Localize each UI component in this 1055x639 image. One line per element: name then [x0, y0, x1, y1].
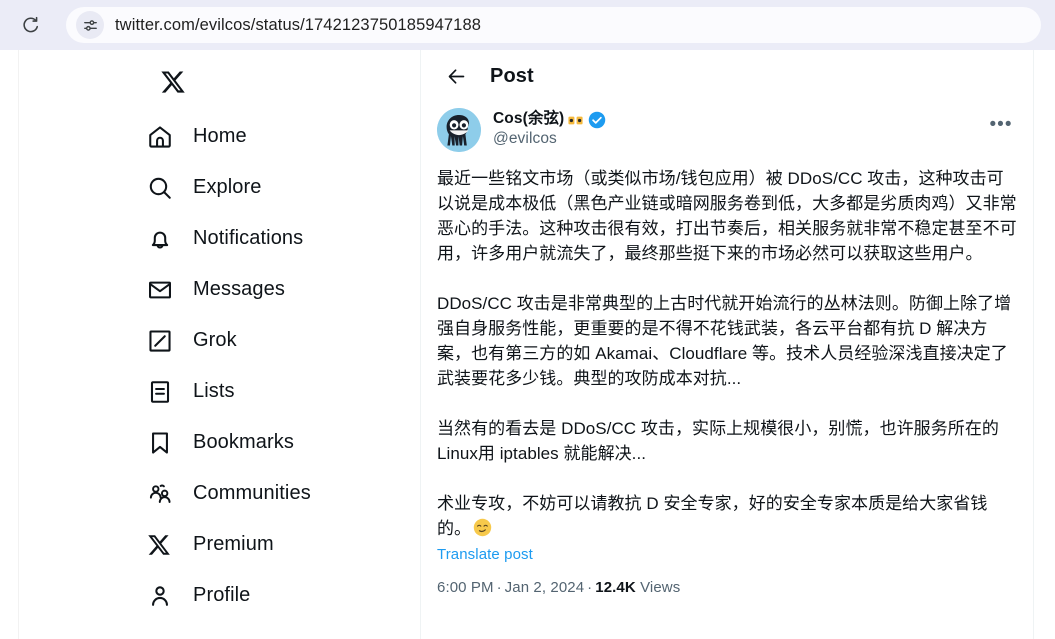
- x-logo-button[interactable]: [147, 56, 199, 108]
- main-content-column: Post Cos(余弦) @evilcos ••• 最近一些铭文市场（或类似市场…: [420, 50, 1033, 639]
- x-premium-icon: [147, 533, 185, 557]
- views-label: Views: [640, 579, 681, 596]
- sidebar-item-label: Explore: [193, 176, 262, 198]
- search-icon: [147, 175, 185, 201]
- verified-badge-icon: [589, 111, 606, 129]
- page-right-edge: [1033, 50, 1034, 639]
- sidebar-item-lists[interactable]: Lists: [140, 366, 390, 417]
- author-handle[interactable]: @evilcos: [493, 130, 606, 148]
- back-arrow-icon: [448, 69, 464, 84]
- post-date: Jan 2, 2024: [504, 579, 585, 596]
- avatar[interactable]: [437, 108, 481, 152]
- sidebar-item-premium[interactable]: Premium: [140, 519, 390, 570]
- post-paragraph: 当然有的看去是 DDoS/CC 攻击，实际上规模很小，别慌，也许服务所在的 Li…: [437, 419, 999, 463]
- post-time: 6:00 PM: [437, 579, 494, 596]
- post-author-row: Cos(余弦) @evilcos •••: [437, 103, 1017, 152]
- post-paragraph-text: 术业专攻，不妨可以请教抗 D 安全专家，好的安全专家本质是给大家省钱的。: [437, 494, 988, 538]
- sidebar-item-label: Premium: [193, 533, 274, 555]
- reload-icon: [23, 16, 39, 33]
- author-name-block: Cos(余弦) @evilcos: [493, 108, 606, 148]
- translate-post-link[interactable]: Translate post: [437, 546, 533, 563]
- bell-icon: [147, 226, 185, 252]
- post-paragraph-spacer: [437, 391, 1017, 416]
- sidebar-item-label: Notifications: [193, 227, 304, 249]
- views-count: 12.4K: [595, 579, 636, 596]
- post-container: Cos(余弦) @evilcos ••• 最近一些铭文市场（或类似市场/钱包应用…: [421, 103, 1033, 596]
- sidebar-item-messages[interactable]: Messages: [140, 264, 390, 315]
- communities-icon: [147, 481, 185, 507]
- post-metadata: 6:00 PM · Jan 2, 2024 · 12.4K Views: [437, 579, 1017, 596]
- sidebar-item-home[interactable]: Home: [140, 111, 390, 162]
- primary-sidebar: Home Explore Notifications Messages Grok…: [140, 50, 420, 639]
- sidebar-item-bookmarks[interactable]: Bookmarks: [140, 417, 390, 468]
- author-display-name[interactable]: Cos(余弦): [493, 109, 564, 129]
- page-left-edge: [18, 50, 19, 639]
- post-paragraph-final: 术业专攻，不妨可以请教抗 D 安全专家，好的安全专家本质是给大家省钱的。: [437, 491, 1017, 541]
- grok-slash-icon: [147, 328, 185, 354]
- sidebar-item-label: Home: [193, 125, 247, 147]
- sidebar-item-label: Grok: [193, 329, 237, 351]
- sidebar-item-label: Lists: [193, 380, 235, 402]
- sidebar-item-label: Communities: [193, 482, 311, 504]
- eyes-emoji: [567, 112, 584, 129]
- bookmark-icon: [147, 430, 185, 456]
- person-icon: [147, 583, 185, 609]
- sidebar-item-label: Bookmarks: [193, 431, 294, 453]
- meta-separator: ·: [496, 579, 502, 596]
- sidebar-item-label: Messages: [193, 278, 285, 300]
- sidebar-item-profile[interactable]: Profile: [140, 570, 390, 621]
- site-settings-button[interactable]: [76, 11, 104, 39]
- sidebar-item-notifications[interactable]: Notifications: [140, 213, 390, 264]
- envelope-icon: [147, 277, 185, 303]
- more-options-button[interactable]: •••: [985, 109, 1017, 141]
- home-icon: [147, 124, 185, 150]
- page-viewport: Home Explore Notifications Messages Grok…: [0, 50, 1055, 639]
- sidebar-item-label: Profile: [193, 584, 251, 606]
- url-text: twitter.com/evilcos/status/1742123750185…: [115, 15, 482, 34]
- post-paragraph: DDoS/CC 攻击是非常典型的上古时代就开始流行的丛林法则。防御上除了增强自身…: [437, 294, 1012, 388]
- browser-chrome: twitter.com/evilcos/status/1742123750185…: [0, 0, 1055, 50]
- sidebar-item-communities[interactable]: Communities: [140, 468, 390, 519]
- lists-icon: [147, 379, 185, 405]
- x-logo-icon: [161, 71, 185, 93]
- post-paragraph-spacer: [437, 466, 1017, 491]
- back-button[interactable]: [439, 60, 473, 94]
- sidebar-item-grok[interactable]: Grok: [140, 315, 390, 366]
- author-display-line: Cos(余弦): [493, 109, 606, 129]
- post-header-bar: Post: [421, 50, 1033, 103]
- more-options-icon: •••: [989, 114, 1013, 135]
- page-title: Post: [490, 65, 534, 87]
- post-text-body: 最近一些铭文市场（或类似市场/钱包应用）被 DDoS/CC 攻击，这种攻击可以说…: [437, 166, 1017, 541]
- meta-separator: ·: [587, 579, 593, 596]
- reload-button[interactable]: [14, 8, 48, 42]
- sidebar-item-explore[interactable]: Explore: [140, 162, 390, 213]
- verified-badge[interactable]: [588, 111, 606, 129]
- address-bar[interactable]: twitter.com/evilcos/status/1742123750185…: [66, 7, 1041, 43]
- avatar-image: [437, 108, 481, 152]
- post-paragraph: 最近一些铭文市场（或类似市场/钱包应用）被 DDoS/CC 攻击，这种攻击可以说…: [437, 169, 1017, 263]
- post-paragraph-spacer: [437, 266, 1017, 291]
- tune-sliders-icon: [83, 19, 97, 31]
- relieved-face-emoji: [473, 518, 492, 537]
